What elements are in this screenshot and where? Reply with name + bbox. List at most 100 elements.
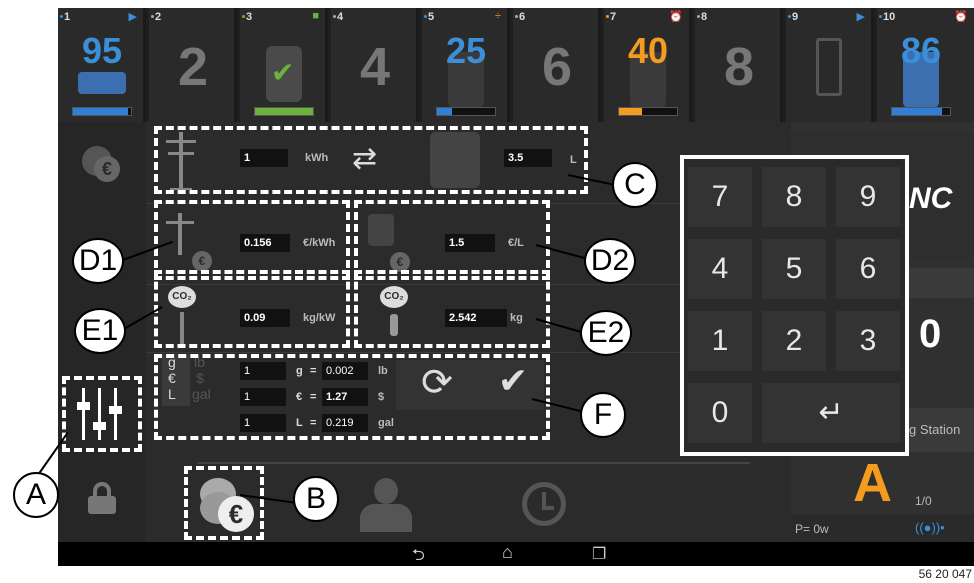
charge-bar	[72, 107, 132, 116]
alarm-icon: ⏰	[669, 11, 683, 23]
callout-b: B	[293, 476, 339, 522]
enter-key[interactable]: ↵	[762, 383, 900, 443]
status-dot	[515, 15, 518, 18]
slot-value: 95	[81, 30, 123, 71]
key-3[interactable]: 3	[836, 311, 900, 371]
highlight-a	[62, 376, 142, 452]
slot-7[interactable]: 7 ⏰ 40	[604, 8, 692, 122]
highlight-f	[154, 354, 550, 440]
brand-fragment: NC	[909, 182, 953, 215]
slot-number: 1	[64, 11, 71, 23]
slot-number: 7	[610, 11, 617, 23]
charge-fill	[892, 108, 942, 115]
slot-10[interactable]: 10 ⏰ 86	[877, 8, 974, 122]
slot-number: 8	[701, 11, 708, 23]
charge-bar	[618, 107, 678, 116]
charge-fill	[437, 108, 452, 115]
slot-number: 9	[792, 11, 799, 23]
plus-minus-icon: ÷	[494, 10, 501, 22]
key-8[interactable]: 8	[762, 167, 826, 227]
status-dot	[879, 15, 882, 18]
recent-apps-icon[interactable]: ❐	[592, 544, 606, 564]
key-1[interactable]: 1	[688, 311, 752, 371]
play-icon: ▶	[856, 11, 865, 23]
charge-fill	[73, 108, 129, 115]
device-icon: ✔	[266, 46, 302, 102]
highlight-b	[184, 466, 264, 540]
slot-8[interactable]: 8 8	[695, 8, 783, 122]
slot-2[interactable]: 2 2	[149, 8, 237, 122]
charge-bar	[891, 107, 951, 116]
callout-e2: E2	[580, 310, 632, 356]
slot-5[interactable]: 5 ÷ 25	[422, 8, 510, 122]
callout-f: F	[580, 392, 626, 438]
numeric-keypad: 7 8 9 4 5 6 1 2 3 0 ↵	[680, 155, 909, 456]
slot-number: 4	[337, 11, 344, 23]
highlight-d2	[354, 200, 550, 280]
highlight-e1	[154, 270, 350, 348]
tab-divider	[198, 462, 750, 464]
station-label: g Station	[909, 422, 961, 437]
slot-value: 4	[359, 37, 391, 97]
user-tab-icon[interactable]	[356, 474, 416, 534]
highlight-c	[154, 126, 588, 194]
slot-number: 2	[155, 11, 162, 23]
status-dot	[242, 15, 245, 18]
slot-3[interactable]: 3 ■ ✔	[240, 8, 328, 122]
lock-icon[interactable]	[86, 482, 118, 514]
key-5[interactable]: 5	[762, 239, 826, 299]
highlight-e2	[354, 270, 550, 348]
android-nav-bar: ⮌ ⌂ ❐	[58, 542, 974, 566]
slot-value: 40	[627, 30, 669, 71]
status-dot	[60, 15, 63, 18]
status-dot	[606, 15, 609, 18]
slot-value: 8	[723, 37, 755, 97]
alarm-tab-icon[interactable]	[514, 474, 574, 534]
key-9[interactable]: 9	[836, 167, 900, 227]
slot-6[interactable]: 6 6	[513, 8, 601, 122]
coins-icon[interactable]: €	[82, 146, 122, 182]
key-2[interactable]: 2	[762, 311, 826, 371]
key-6[interactable]: 6	[836, 239, 900, 299]
slot-9[interactable]: 9 ▶	[786, 8, 874, 122]
charge-fill	[255, 108, 313, 115]
slot-number: 5	[428, 11, 435, 23]
status-dot	[788, 15, 791, 18]
callout-e1: E1	[74, 308, 126, 354]
slot-number: 3	[246, 11, 253, 23]
callout-c: C	[612, 162, 658, 208]
slot-number: 6	[519, 11, 526, 23]
status-dot	[424, 15, 427, 18]
charge-bar	[436, 107, 496, 116]
slot-number: 10	[883, 11, 896, 23]
battery-icon	[816, 38, 842, 96]
key-7[interactable]: 7	[688, 167, 752, 227]
highlight-d1	[154, 200, 350, 280]
slot-bar: 1 ▶ 95 2 2 3 ■ ✔ 4 4 5 ÷ 25 6 6 7 ⏰ 40 8…	[58, 8, 974, 122]
key-0[interactable]: 0	[688, 383, 752, 443]
key-4[interactable]: 4	[688, 239, 752, 299]
big-digit: 0	[919, 312, 942, 356]
callout-d1: D1	[72, 238, 124, 284]
figure-code: 56 20 047	[918, 567, 972, 581]
connector-letter: A	[853, 453, 892, 513]
slot-1[interactable]: 1 ▶ 95	[58, 8, 146, 122]
back-icon[interactable]: ⮌	[412, 544, 425, 566]
power-label: P= 0w	[795, 522, 829, 536]
slot-value: 86	[900, 30, 942, 71]
slot-4[interactable]: 4 4	[331, 8, 419, 122]
ratio-label: 1/0	[915, 494, 932, 508]
status-dot	[151, 15, 154, 18]
slot-value: 25	[445, 30, 487, 71]
callout-d2: D2	[584, 238, 636, 284]
alarm-icon: ⏰	[954, 11, 968, 23]
play-icon: ▶	[128, 11, 137, 23]
callout-a: A	[13, 472, 59, 518]
square-icon: ■	[312, 10, 319, 22]
checkmark-icon: ✔	[271, 57, 295, 88]
charge-bar	[254, 107, 314, 116]
signal-icon: ((●))•	[915, 520, 945, 535]
charge-fill	[619, 108, 643, 115]
home-icon[interactable]: ⌂	[502, 542, 513, 563]
status-dot	[697, 15, 700, 18]
